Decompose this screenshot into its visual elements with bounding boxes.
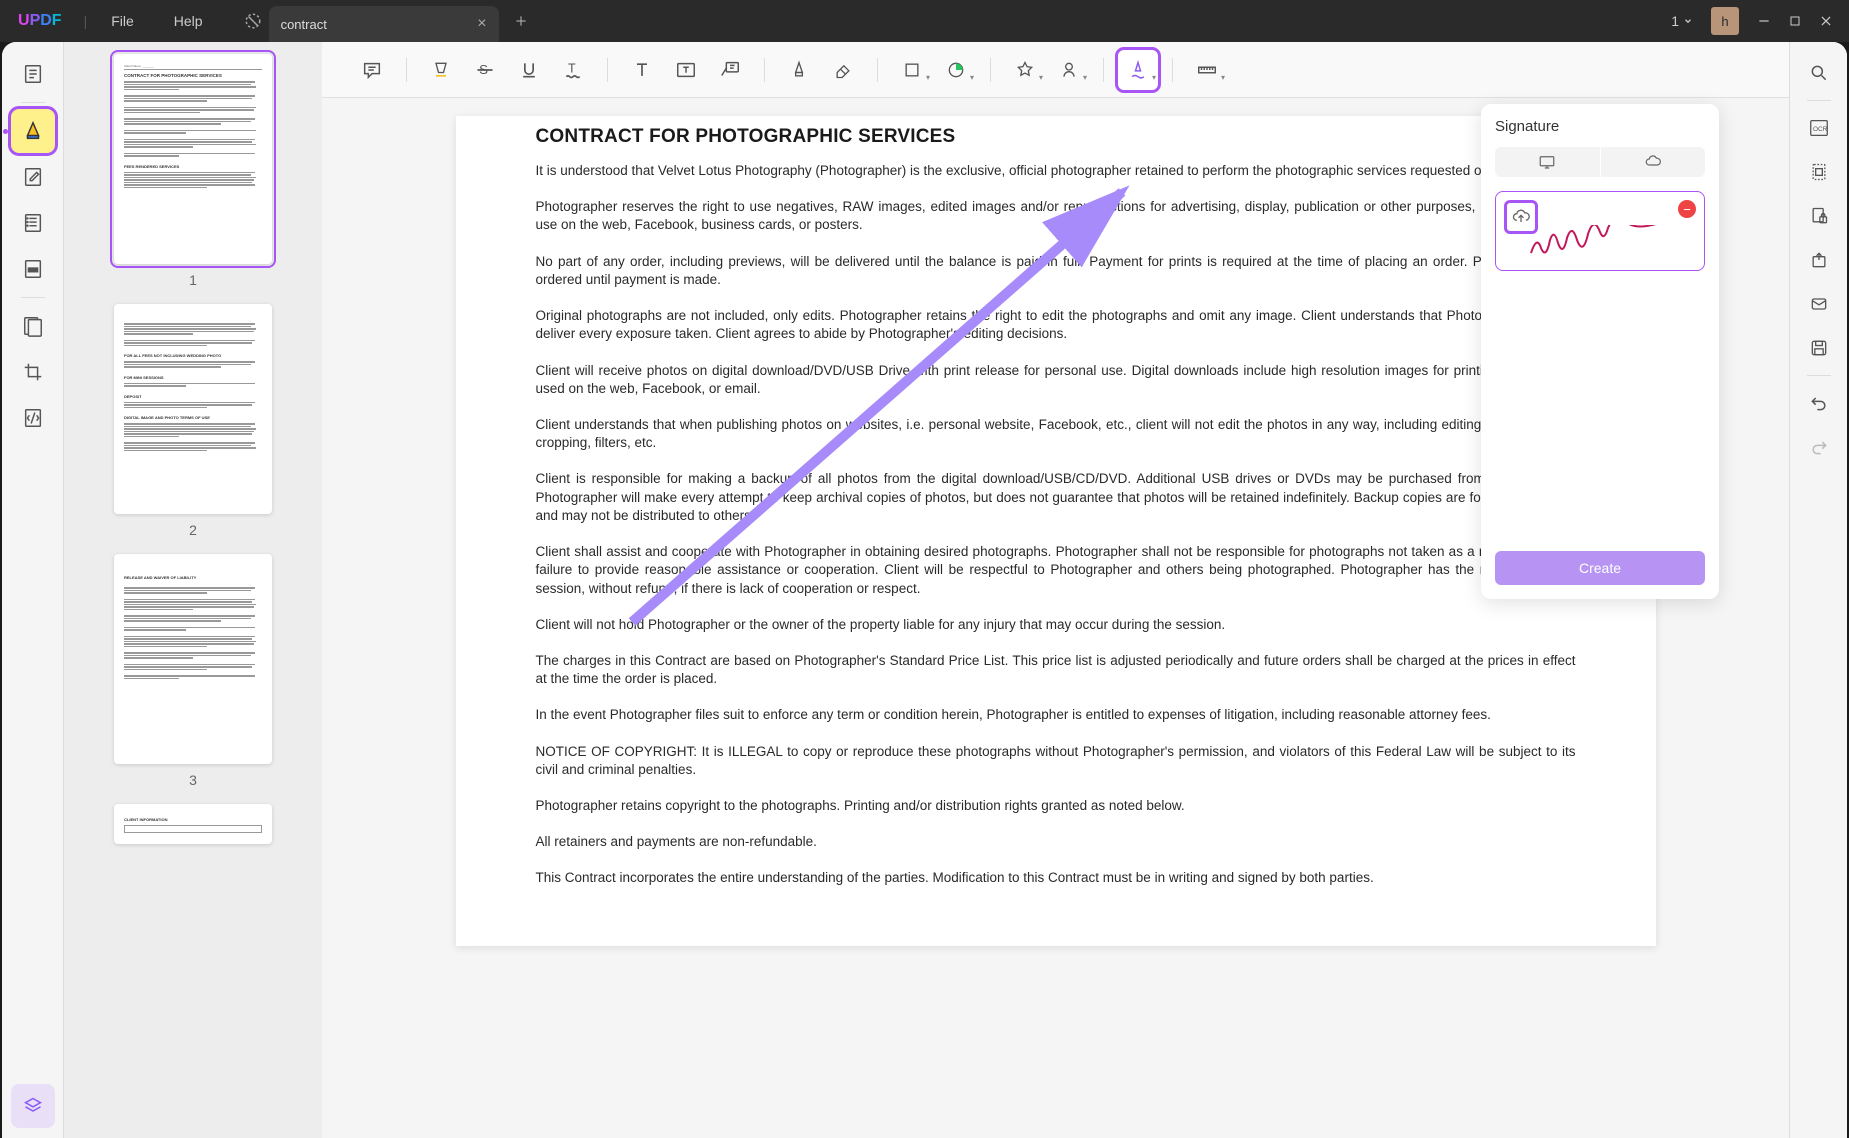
annotation-toolbar: S T ▾ ▾ ▾ ▾ ▾ ▾ — [322, 42, 1789, 98]
document-viewer: S T ▾ ▾ ▾ ▾ ▾ ▾ CONTRACT FOR PHOTOGRAPHI… — [322, 42, 1789, 1138]
maximize-button[interactable] — [1789, 15, 1801, 27]
sticker-tool[interactable]: ▾ — [936, 50, 976, 90]
crop-tool[interactable] — [11, 350, 55, 394]
create-signature-button[interactable]: Create — [1495, 551, 1705, 585]
paragraph: Client shall assist and cooperate with P… — [536, 543, 1576, 598]
thumbnails-panel: Client Name: _______ CONTRACT FOR PHOTOG… — [64, 42, 322, 1138]
delete-signature-icon[interactable]: − — [1678, 200, 1696, 218]
ocr-tool[interactable]: OCR — [1798, 107, 1840, 149]
app-logo: UPDF — [0, 12, 80, 30]
tools-tool[interactable] — [11, 304, 55, 348]
page-indicator[interactable]: 1 — [1671, 13, 1693, 29]
redo-tool[interactable] — [1798, 426, 1840, 468]
redact-tool[interactable] — [11, 247, 55, 291]
paragraph: Original photographs are not included, o… — [536, 307, 1576, 343]
share-tool[interactable] — [1798, 239, 1840, 281]
paragraph: The charges in this Contract are based o… — [536, 652, 1576, 688]
svg-text:OCR: OCR — [1813, 126, 1828, 133]
squiggly-tool[interactable]: T — [553, 50, 593, 90]
thumbnail-number-1: 1 — [189, 272, 197, 288]
thumbnail-number-3: 3 — [189, 772, 197, 788]
paragraph: Photographer retains copyright to the ph… — [536, 797, 1576, 815]
menu-help[interactable]: Help — [154, 13, 223, 29]
tab-close-icon[interactable]: × — [477, 15, 486, 33]
signature-panel: Signature − Create — [1481, 104, 1719, 599]
callout-tool[interactable] — [710, 50, 750, 90]
thumbnail-page-4[interactable]: CLIENT INFORMATION — [114, 804, 272, 844]
page-number: 1 — [1671, 13, 1679, 29]
attachment-tool[interactable]: ▾ — [1049, 50, 1089, 90]
measure-tool[interactable]: ▾ — [1187, 50, 1227, 90]
thumbnail-page-2[interactable]: FOR ALL FEES NOT INCLUDING WEDDING PHOTO… — [114, 304, 272, 514]
search-tool[interactable] — [1798, 52, 1840, 94]
paragraph: Client will not hold Photographer or the… — [536, 616, 1576, 634]
organize-tool[interactable] — [11, 201, 55, 245]
underline-tool[interactable] — [509, 50, 549, 90]
compress-tool[interactable] — [1798, 151, 1840, 193]
eraser-tool[interactable] — [823, 50, 863, 90]
document-tab[interactable]: contract × — [269, 6, 499, 42]
thumbnail-page-3[interactable]: RELEASE AND WAIVER OF LIABILITY — [114, 554, 272, 764]
paragraph: No part of any order, including previews… — [536, 253, 1576, 289]
paragraph: It is understood that Velvet Lotus Photo… — [536, 162, 1576, 180]
shape-tool[interactable]: ▾ — [892, 50, 932, 90]
highlight-tool[interactable] — [421, 50, 461, 90]
paragraph: NOTICE OF COPYRIGHT: It is ILLEGAL to co… — [536, 743, 1576, 779]
document-page: CONTRACT FOR PHOTOGRAPHIC SERVICES It is… — [456, 116, 1656, 946]
paragraph: Client is responsible for making a backu… — [536, 470, 1576, 525]
paragraph: In the event Photographer files suit to … — [536, 706, 1576, 724]
signature-title: Signature — [1495, 118, 1705, 135]
textbox-tool[interactable] — [666, 50, 706, 90]
paragraph: This Contract incorporates the entire un… — [536, 869, 1576, 887]
tab-label: contract — [281, 17, 478, 32]
strikethrough-tool[interactable]: S — [465, 50, 505, 90]
paragraph: Photographer reserves the right to use n… — [536, 198, 1576, 234]
pencil-tool[interactable] — [779, 50, 819, 90]
form-tool[interactable] — [11, 396, 55, 440]
signature-tab-cloud[interactable] — [1601, 147, 1706, 177]
email-tool[interactable] — [1798, 283, 1840, 325]
signature-item[interactable]: − — [1495, 191, 1705, 271]
paragraph: Client understands that when publishing … — [536, 416, 1576, 452]
edit-tool[interactable] — [11, 155, 55, 199]
document-title: CONTRACT FOR PHOTOGRAPHIC SERVICES — [536, 126, 1576, 148]
reader-tool[interactable] — [11, 52, 55, 96]
user-avatar[interactable]: h — [1711, 7, 1739, 35]
thumbnail-number-2: 2 — [189, 522, 197, 538]
save-tool[interactable] — [1798, 327, 1840, 369]
layers-tool[interactable] — [11, 1084, 55, 1128]
minimize-button[interactable] — [1757, 14, 1771, 28]
close-button[interactable] — [1819, 14, 1833, 28]
tab-empty-icon — [237, 5, 269, 37]
comment-tool[interactable] — [11, 109, 55, 153]
note-tool[interactable] — [352, 50, 392, 90]
undo-tool[interactable] — [1798, 382, 1840, 424]
titlebar: UPDF | File Help contract × 1 h — [0, 0, 1849, 42]
paragraph: Client will receive photos on digital do… — [536, 362, 1576, 398]
menu-file[interactable]: File — [91, 13, 154, 29]
svg-text:T: T — [568, 61, 576, 75]
thumbnail-page-1[interactable]: Client Name: _______ CONTRACT FOR PHOTOG… — [114, 54, 272, 264]
right-toolbar: OCR — [1789, 42, 1847, 1138]
left-toolbar — [2, 42, 64, 1138]
signature-tool[interactable]: ▾ — [1118, 50, 1158, 90]
text-tool[interactable] — [622, 50, 662, 90]
new-tab-button[interactable] — [505, 5, 537, 37]
stamp-tool[interactable]: ▾ — [1005, 50, 1045, 90]
paragraph: All retainers and payments are non-refun… — [536, 833, 1576, 851]
protect-tool[interactable] — [1798, 195, 1840, 237]
signature-preview — [1526, 225, 1676, 260]
signature-tab-local[interactable] — [1495, 147, 1600, 177]
